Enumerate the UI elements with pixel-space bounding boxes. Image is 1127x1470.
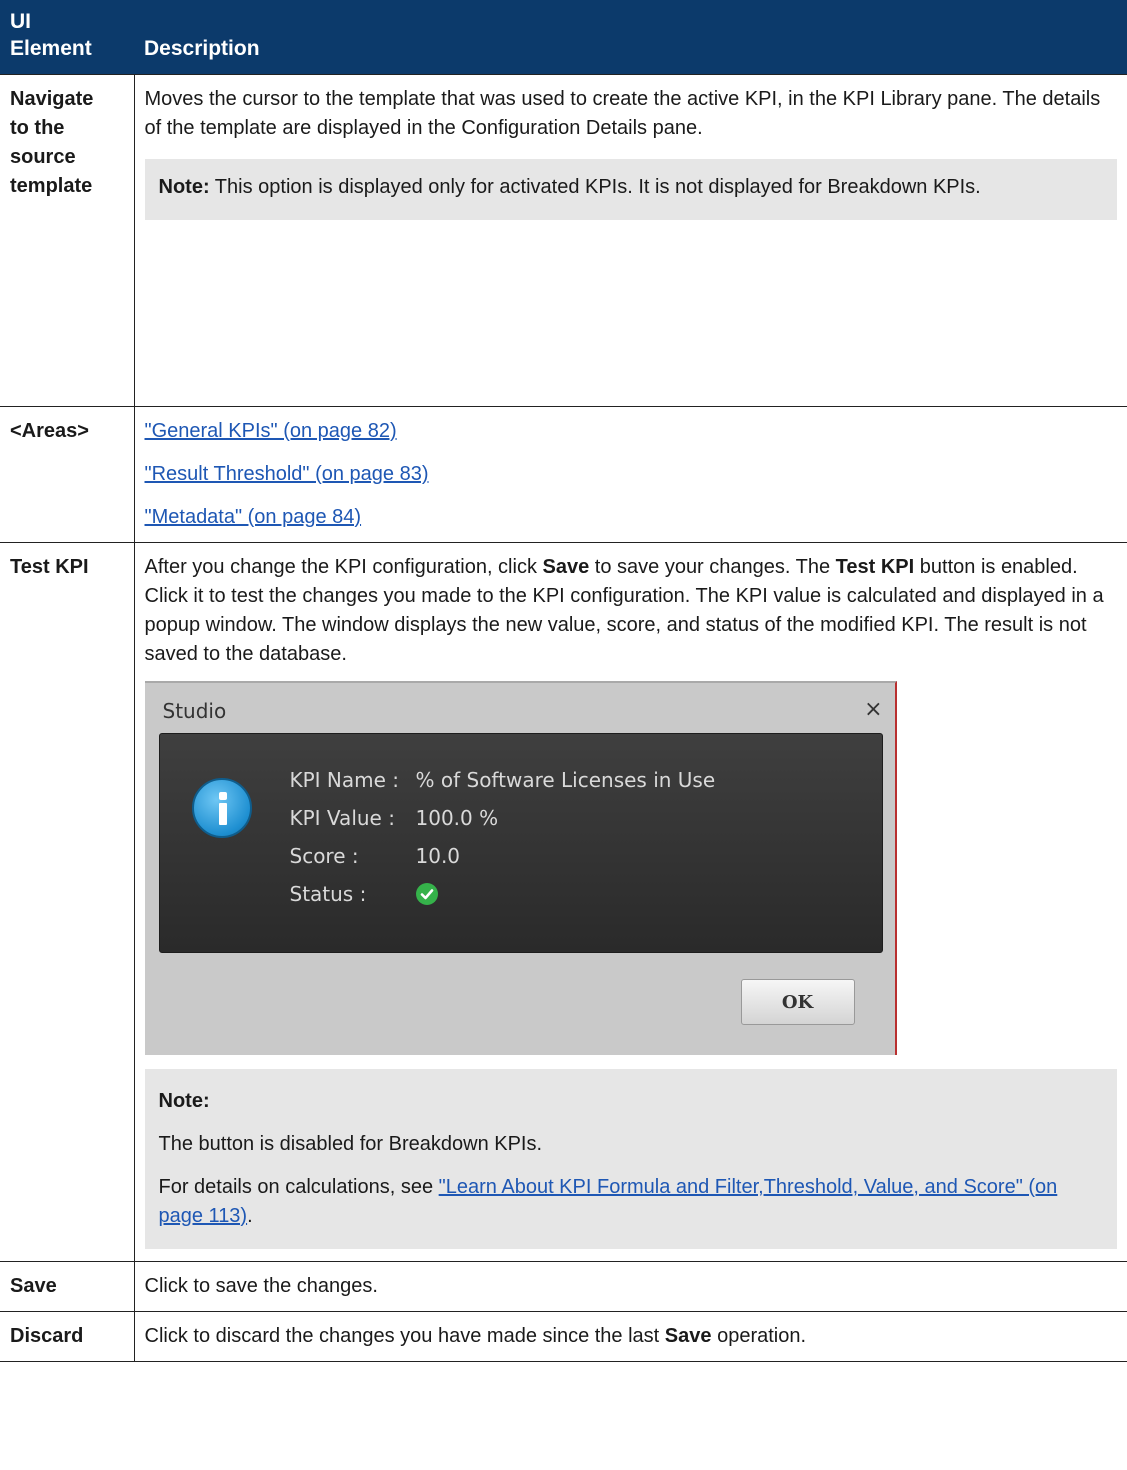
studio-dialog-screenshot: Studio × KPI Name :% of Software License… bbox=[144, 681, 897, 1055]
table-row: Discard Click to discard the changes you… bbox=[0, 1311, 1127, 1362]
table-row: Save Click to save the changes. bbox=[0, 1261, 1127, 1312]
element-test-kpi: Test KPI bbox=[0, 542, 135, 1262]
close-icon[interactable]: × bbox=[864, 695, 882, 724]
link-general-kpis[interactable]: "General KPIs" (on page 82) bbox=[145, 420, 397, 442]
description-save: Click to save the changes. bbox=[133, 1261, 1127, 1312]
info-icon bbox=[191, 778, 252, 838]
table-row: Navigate to the source template Moves th… bbox=[0, 74, 1127, 407]
element-save: Save bbox=[0, 1261, 135, 1312]
ui-elements-table: UI Element Description Navigate to the s… bbox=[0, 0, 1127, 1362]
table-row: Test KPI After you change the KPI config… bbox=[0, 542, 1127, 1262]
table-header: UI Element Description bbox=[0, 0, 1127, 75]
dialog-content-panel: KPI Name :% of Software Licenses in Use … bbox=[158, 733, 883, 953]
link-result-threshold[interactable]: "Result Threshold" (on page 83) bbox=[145, 463, 429, 485]
status-row: Status : bbox=[290, 880, 438, 909]
status-ok-icon bbox=[415, 882, 438, 905]
description-areas: "General KPIs" (on page 82) "Result Thre… bbox=[133, 406, 1127, 543]
dialog-title: Studio bbox=[162, 699, 227, 723]
note-box: Note: The button is disabled for Breakdo… bbox=[144, 1069, 1117, 1249]
score-row: Score :10.0 bbox=[289, 844, 461, 868]
header-description: Description bbox=[134, 0, 1127, 75]
description-discard: Click to discard the changes you have ma… bbox=[133, 1311, 1127, 1362]
element-areas: <Areas> bbox=[0, 406, 135, 543]
kpi-name-row: KPI Name :% of Software Licenses in Use bbox=[289, 768, 716, 792]
element-navigate: Navigate to the source template bbox=[0, 74, 135, 407]
element-discard: Discard bbox=[0, 1311, 135, 1362]
link-metadata[interactable]: "Metadata" (on page 84) bbox=[145, 506, 362, 528]
description-test-kpi: After you change the KPI configuration, … bbox=[133, 542, 1127, 1262]
description-navigate: Moves the cursor to the template that wa… bbox=[133, 74, 1127, 407]
ok-button[interactable]: OK bbox=[740, 979, 855, 1025]
kpi-value-row: KPI Value :100.0 % bbox=[289, 806, 499, 830]
header-ui-element: UI Element bbox=[0, 0, 134, 75]
table-row: <Areas> "General KPIs" (on page 82) "Res… bbox=[0, 406, 1127, 543]
note-box: Note: This option is displayed only for … bbox=[144, 159, 1117, 220]
